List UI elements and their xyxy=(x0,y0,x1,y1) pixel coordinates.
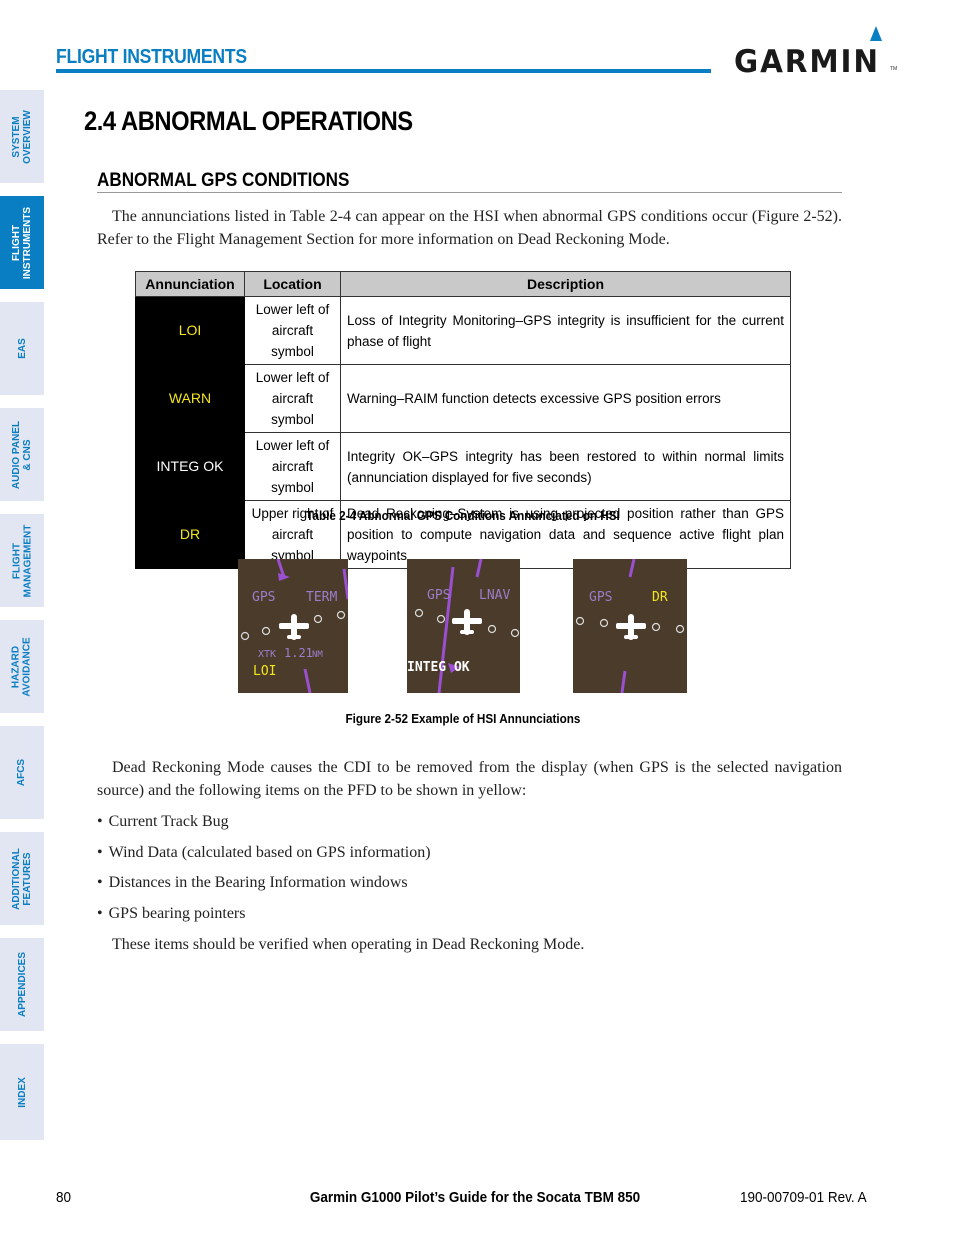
course-line xyxy=(620,670,627,693)
sidebar-tab-label: AFCS xyxy=(16,758,28,787)
document-number: 190-00709-01 Rev. A xyxy=(740,1189,867,1206)
deviation-dot-icon xyxy=(487,624,497,634)
deviation-dot-icon xyxy=(414,608,424,618)
description-cell: Integrity OK–GPS integrity has been rest… xyxy=(340,432,791,501)
list-item: Current Track Bug xyxy=(97,811,842,842)
sidebar-tab-label: EAS xyxy=(16,338,28,359)
hsi-source-label: GPS xyxy=(589,590,612,605)
sidebar-tab-audio-panel-cns[interactable]: AUDIO PANEL & CNS xyxy=(0,408,44,501)
aircraft-symbol-icon xyxy=(452,609,482,635)
sidebar-tab-index[interactable]: INDEX xyxy=(0,1044,44,1140)
sidebar-tab-label: SYSTEM OVERVIEW xyxy=(11,109,33,164)
sidebar-tab-hazard-avoidance[interactable]: HAZARD AVOIDANCE xyxy=(0,620,44,713)
course-line xyxy=(342,568,348,600)
column-header-annunciation: Annunciation xyxy=(135,271,245,297)
figure-caption: Figure 2-52 Example of HSI Annunciations xyxy=(345,711,581,726)
trademark-mark: TM xyxy=(890,66,898,72)
sidebar-tab-system-overview[interactable]: SYSTEM OVERVIEW xyxy=(0,90,44,183)
course-line xyxy=(628,559,636,578)
sidebar-tab-label: ADDITIONAL FEATURES xyxy=(11,847,34,910)
column-header-location: Location xyxy=(244,271,341,297)
sidebar-tab-eas[interactable]: EAS xyxy=(0,302,44,395)
sidebar-tab-label: AUDIO PANEL & CNS xyxy=(11,420,33,489)
column-header-description: Description xyxy=(340,271,791,297)
sidebar-tab-appendices[interactable]: APPENDICES xyxy=(0,938,44,1031)
deviation-dot-icon xyxy=(313,614,323,624)
course-line xyxy=(475,559,483,578)
hsi-mode-label: LNAV xyxy=(479,588,510,603)
deviation-dot-icon xyxy=(510,628,520,638)
hsi-annunciation-loi: LOI xyxy=(253,664,276,679)
list-item: Wind Data (calculated based on GPS infor… xyxy=(97,842,842,873)
annunciation-cell: WARN xyxy=(135,364,245,433)
table-caption: Table 2-4 Abnormal GPS Conditions Annunc… xyxy=(306,508,620,523)
sidebar-tab-flight-instruments[interactable]: FLIGHT INSTRUMENTS xyxy=(0,196,44,289)
garmin-logo: GARMIN TM xyxy=(734,26,898,80)
location-cell: Lower left of aircraft symbol xyxy=(244,296,341,365)
garmin-delta-icon xyxy=(870,26,882,41)
intro-paragraph: The annunciations listed in Table 2-4 ca… xyxy=(97,208,842,248)
header-rule xyxy=(56,69,711,73)
location-cell: Lower left of aircraft symbol xyxy=(244,432,341,501)
section-heading-rule xyxy=(97,192,842,193)
deviation-dot-icon xyxy=(599,618,609,628)
aircraft-symbol-icon xyxy=(279,614,309,640)
list-item: GPS bearing pointers xyxy=(97,903,842,934)
xtk-unit: NM xyxy=(312,650,323,660)
sidebar-tab-label: HAZARD AVOIDANCE xyxy=(11,636,34,697)
deviation-dot-icon xyxy=(651,622,661,632)
xtk-label: XTK xyxy=(258,649,276,660)
deviation-dot-icon xyxy=(240,631,250,641)
hsi-annunciation-integ-ok: INTEG OK xyxy=(407,660,470,675)
aircraft-symbol-icon xyxy=(616,614,646,640)
section-header-title: FLIGHT INSTRUMENTS xyxy=(56,46,247,68)
section-heading: ABNORMAL GPS CONDITIONS xyxy=(97,170,350,191)
sidebar-tab-label: FLIGHT INSTRUMENTS xyxy=(11,206,34,279)
sidebar-tab-flight-management[interactable]: FLIGHT MANAGEMENT xyxy=(0,514,44,607)
hsi-image-loi: GPS TERM XTK 1.21 NM LOI xyxy=(238,559,348,693)
location-cell: Lower left of aircraft symbol xyxy=(244,364,341,433)
course-line xyxy=(303,668,312,693)
deviation-dot-icon xyxy=(336,610,346,620)
hsi-source-label: GPS xyxy=(427,588,450,603)
hsi-mode-label: TERM xyxy=(306,590,337,605)
hsi-image-integ-ok: GPS LNAV INTEG OK xyxy=(407,559,520,693)
sidebar-tab-additional-features[interactable]: ADDITIONAL FEATURES xyxy=(0,832,44,925)
description-cell: Warning–RAIM function detects excessive … xyxy=(340,364,791,433)
dr-paragraph: Dead Reckoning Mode causes the CDI to be… xyxy=(97,759,842,799)
page-number: 80 xyxy=(56,1189,72,1206)
annunciation-table: Annunciation Location Description LOI Lo… xyxy=(135,271,791,569)
table-row: LOI Lower left of aircraft symbol Loss o… xyxy=(135,296,791,365)
list-item: Distances in the Bearing Information win… xyxy=(97,872,842,903)
hsi-image-dr: GPS DR xyxy=(573,559,687,693)
description-cell: Loss of Integrity Monitoring–GPS integri… xyxy=(340,296,791,365)
sidebar-tab-label: FLIGHT MANAGEMENT xyxy=(11,524,33,597)
xtk-value: 1.21 xyxy=(284,646,313,660)
annunciation-cell: LOI xyxy=(135,296,245,365)
garmin-logo-text: GARMIN xyxy=(734,44,880,80)
hsi-annunciation-dr: DR xyxy=(652,590,668,605)
yellow-items-list: Current Track Bug Wind Data (calculated … xyxy=(97,811,842,933)
table-row: INTEG OK Lower left of aircraft symbol I… xyxy=(135,432,791,501)
deviation-dot-icon xyxy=(575,616,585,626)
table-row: WARN Lower left of aircraft symbol Warni… xyxy=(135,364,791,433)
deviation-dot-icon xyxy=(675,624,685,634)
hsi-source-label: GPS xyxy=(252,590,275,605)
sidebar-tab-label: INDEX xyxy=(16,1076,28,1108)
footer-title: Garmin G1000 Pilot’s Guide for the Socat… xyxy=(309,1189,641,1206)
sidebar-tab-label: APPENDICES xyxy=(16,951,28,1018)
table-header-row: Annunciation Location Description xyxy=(135,271,791,297)
sidebar-tab-afcs[interactable]: AFCS xyxy=(0,726,44,819)
deviation-dot-icon xyxy=(436,614,446,624)
closing-paragraph: These items should be verified when oper… xyxy=(112,936,585,953)
annunciation-cell: INTEG OK xyxy=(135,432,245,501)
page-title: 2.4 ABNORMAL OPERATIONS xyxy=(84,106,413,136)
deviation-dot-icon xyxy=(261,626,271,636)
